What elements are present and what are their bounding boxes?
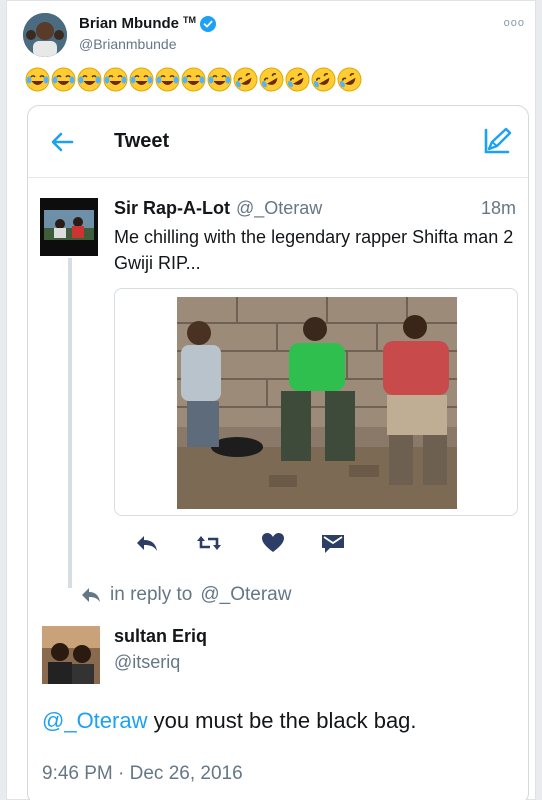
joy-emoji-icon (155, 67, 180, 92)
author-handle[interactable]: @Brianmbunde (79, 36, 177, 52)
retweeted-author-avatar[interactable] (40, 198, 98, 256)
quoted-tweet-header: Sir Rap-A-Lot @_Oteraw 18m (114, 198, 516, 219)
thread-connector (68, 258, 72, 588)
reply-icon[interactable] (134, 530, 160, 556)
retweet-icon[interactable] (196, 530, 222, 556)
reply-author-avatar[interactable] (42, 626, 100, 684)
reply-author-name[interactable]: sultan Eriq (114, 626, 207, 647)
like-icon[interactable] (260, 530, 286, 556)
reply-author-handle[interactable]: @itseriq (114, 652, 180, 673)
joy-emoji-icon (207, 67, 232, 92)
tweet-card: Brian Mbunde TM @Brianmbunde ooo Tweet S… (6, 0, 536, 800)
back-arrow-icon[interactable] (48, 128, 76, 156)
quoted-author-handle[interactable]: @_Oteraw (236, 198, 322, 219)
compose-tweet-icon[interactable] (480, 124, 514, 158)
rofl-emoji-icon (285, 67, 310, 92)
quoted-tweet-text: Me chilling with the legendary rapper Sh… (114, 227, 514, 273)
embedded-screenshot: Tweet Sir Rap-A-Lot @_Oteraw 18m Me chil… (27, 105, 529, 800)
reply-body-text: you must be the black bag. (147, 708, 417, 733)
tweet-actions (114, 530, 354, 556)
reply-mention-link[interactable]: @_Oteraw (42, 708, 147, 733)
page-title: Tweet (114, 130, 170, 152)
reply-arrow-icon (82, 588, 100, 602)
tweet-media[interactable] (114, 288, 518, 516)
rofl-emoji-icon (337, 67, 362, 92)
author-name-row[interactable]: Brian Mbunde TM (79, 15, 216, 32)
direct-message-icon[interactable] (320, 530, 346, 556)
joy-emoji-icon (129, 67, 154, 92)
author-avatar[interactable] (23, 13, 67, 57)
emoji-row (25, 67, 362, 92)
reply-context-handle[interactable]: @_Oteraw (200, 584, 291, 606)
quoted-tweet-time[interactable]: 18m (481, 198, 516, 219)
joy-emoji-icon (51, 67, 76, 92)
reply-text: @_Oteraw you must be the black bag. (42, 708, 417, 734)
quoted-author-name[interactable]: Sir Rap-A-Lot (114, 198, 230, 219)
tweet-photo[interactable] (177, 297, 457, 509)
reply-context-label: in reply to (110, 584, 193, 605)
rofl-emoji-icon (233, 67, 258, 92)
joy-emoji-icon (181, 67, 206, 92)
joy-emoji-icon (25, 67, 50, 92)
author-name[interactable]: Brian Mbunde (79, 15, 179, 32)
reply-timestamp[interactable]: 9:46 PM · Dec 26, 2016 (42, 763, 243, 785)
embedded-header: Tweet (28, 106, 528, 178)
more-options-icon[interactable]: ooo (504, 17, 525, 29)
verified-badge-icon (200, 15, 216, 32)
trademark-mark: TM (183, 14, 196, 25)
rofl-emoji-icon (259, 67, 284, 92)
reply-context[interactable]: in reply to @_Oteraw (80, 584, 291, 606)
rofl-emoji-icon (311, 67, 336, 92)
joy-emoji-icon (103, 67, 128, 92)
joy-emoji-icon (77, 67, 102, 92)
